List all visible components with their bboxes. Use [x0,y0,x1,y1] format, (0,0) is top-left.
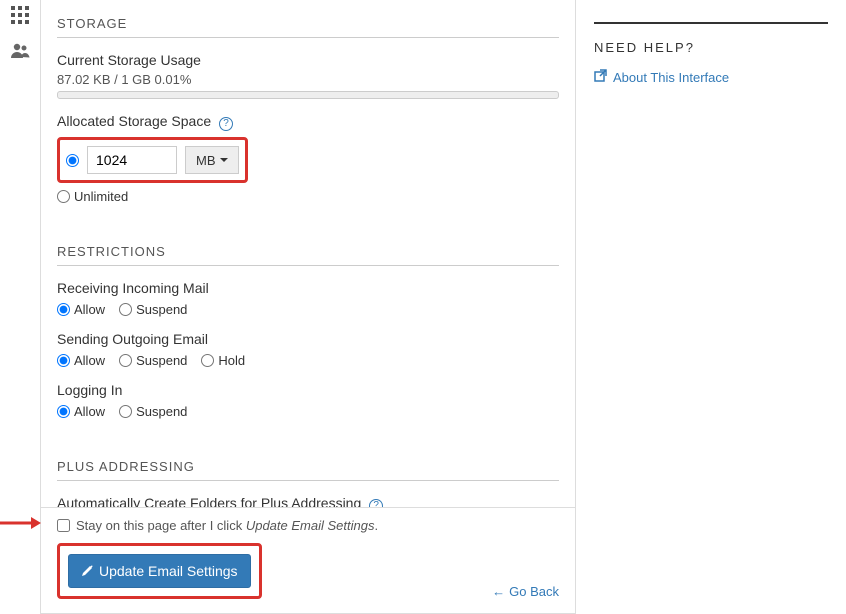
logging-suspend-option[interactable]: Suspend [119,404,187,419]
chevron-down-icon [220,158,228,162]
submit-highlight: Update Email Settings [57,543,262,599]
allocated-label-text: Allocated Storage Space [57,113,211,129]
help-icon[interactable]: ? [219,117,233,131]
logging-allow-option[interactable]: Allow [57,404,105,419]
arrow-left-icon: ← [492,584,505,599]
stay-on-page-checkbox[interactable] [57,519,70,532]
help-icon[interactable]: ? [369,499,383,507]
receiving-suspend-radio[interactable] [119,303,132,316]
pencil-icon [81,565,93,577]
allocated-label: Allocated Storage Space ? [57,113,559,131]
current-usage-label: Current Storage Usage [57,52,559,68]
go-back-label: Go Back [509,584,559,599]
receiving-allow-option[interactable]: Allow [57,302,105,317]
quota-unit-label: MB [196,153,216,168]
sending-hold-radio[interactable] [201,354,214,367]
plus-label-text: Automatically Create Folders for Plus Ad… [57,495,361,507]
external-link-icon [594,69,607,85]
sending-suspend-option[interactable]: Suspend [119,353,187,368]
submit-button-label: Update Email Settings [99,563,238,579]
plus-label: Automatically Create Folders for Plus Ad… [57,495,559,507]
restrictions-section-header: Restrictions [57,234,559,266]
sending-suspend-radio[interactable] [119,354,132,367]
quota-unlimited-label: Unlimited [74,189,128,204]
quota-unlimited-option[interactable]: Unlimited [57,189,128,204]
current-usage-value: 87.02 KB / 1 GB 0.01% [57,72,559,87]
receiving-suspend-option[interactable]: Suspend [119,302,187,317]
users-icon[interactable] [10,43,30,64]
quota-unit-dropdown[interactable]: MB [185,146,239,174]
annotation-arrow-icon [0,516,41,530]
quota-custom-radio[interactable] [66,154,79,167]
update-email-settings-button[interactable]: Update Email Settings [68,554,251,588]
quota-unlimited-radio[interactable] [57,190,70,203]
apps-grid-icon[interactable] [11,6,29,29]
logging-suspend-radio[interactable] [119,405,132,418]
form-footer: Stay on this page after I click Update E… [41,507,575,613]
storage-section-header: Storage [57,6,559,38]
help-divider [594,22,828,24]
sending-label: Sending Outgoing Email [57,331,559,347]
logging-allow-radio[interactable] [57,405,70,418]
sending-allow-option[interactable]: Allow [57,353,105,368]
go-back-link[interactable]: ← Go Back [492,584,559,599]
logging-label: Logging In [57,382,559,398]
receiving-label: Receiving Incoming Mail [57,280,559,296]
help-title: Need Help? [594,40,828,55]
about-interface-link[interactable]: About This Interface [594,69,729,85]
receiving-allow-radio[interactable] [57,303,70,316]
stay-on-page-label: Stay on this page after I click Update E… [76,518,378,533]
sending-allow-radio[interactable] [57,354,70,367]
plus-section-header: Plus Addressing [57,449,559,481]
sending-hold-option[interactable]: Hold [201,353,245,368]
storage-progress-bar [57,91,559,99]
quota-highlight: MB [57,137,248,183]
about-interface-label: About This Interface [613,70,729,85]
quota-value-input[interactable] [87,146,177,174]
